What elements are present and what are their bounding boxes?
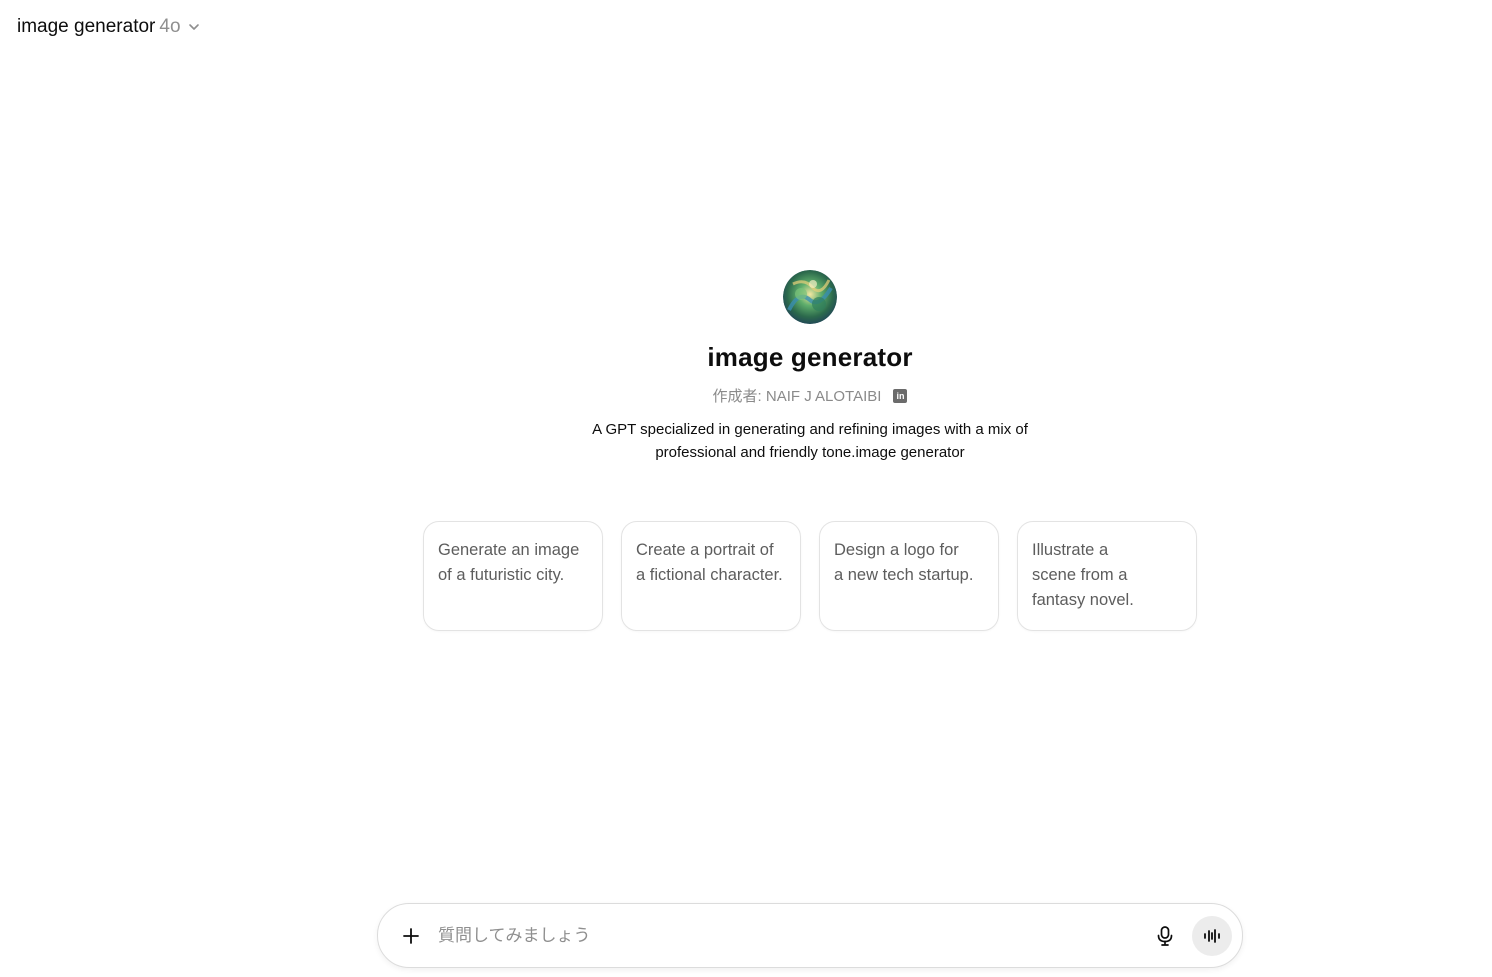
suggestion-text: Generate an image	[438, 541, 580, 559]
suggestion-text: Design a logo for	[834, 541, 959, 559]
microphone-icon	[1157, 925, 1173, 946]
message-composer	[377, 903, 1243, 968]
gpt-description: A GPT specialized in generating and refi…	[592, 421, 1028, 461]
suggestion-text: a new tech startup.	[834, 566, 974, 584]
gpt-avatar	[783, 270, 837, 324]
voice-mode-button[interactable]	[1192, 915, 1232, 956]
suggestion-cards: Generate an image of a futuristic city. …	[423, 521, 1197, 631]
suggestion-text: scene from a	[1032, 566, 1128, 584]
dictate-button[interactable]	[1148, 919, 1182, 953]
suggestion-card[interactable]: Generate an image of a futuristic city.	[423, 521, 603, 631]
gpt-name: image generator	[707, 342, 913, 372]
author-row: 作成者: NAIF J ALOTAIBI in	[713, 385, 908, 406]
model-name: 4o	[159, 16, 181, 37]
gpt-title: image generator	[17, 16, 156, 37]
model-selector[interactable]: image generator 4o	[8, 12, 210, 42]
chevron-down-icon	[188, 24, 199, 30]
linkedin-icon[interactable]: in	[893, 388, 908, 403]
voice-mode-icon	[1204, 928, 1220, 943]
page: image generator 4o image generator 作成者: …	[0, 0, 1492, 977]
author-name: 作成者: NAIF J ALOTAIBI	[712, 388, 882, 405]
attach-button[interactable]	[398, 923, 424, 949]
suggestion-text: of a futuristic city.	[438, 566, 565, 584]
suggestion-text: a fictional character.	[636, 566, 783, 584]
suggestion-text: Create a portrait of	[636, 541, 774, 559]
gpt-intro: image generator 作成者: NAIF J ALOTAIBI in …	[64, 270, 1492, 464]
suggestion-card[interactable]: Illustrate a scene from a fantasy novel.	[1017, 521, 1197, 631]
suggestion-text: fantasy novel.	[1032, 591, 1134, 609]
suggestion-card[interactable]: Design a logo for a new tech startup.	[819, 521, 999, 631]
plus-icon	[403, 927, 419, 944]
suggestion-card[interactable]: Create a portrait of a fictional charact…	[621, 521, 801, 631]
suggestion-text: Illustrate a	[1032, 541, 1109, 559]
prompt-input[interactable]	[438, 925, 1148, 946]
